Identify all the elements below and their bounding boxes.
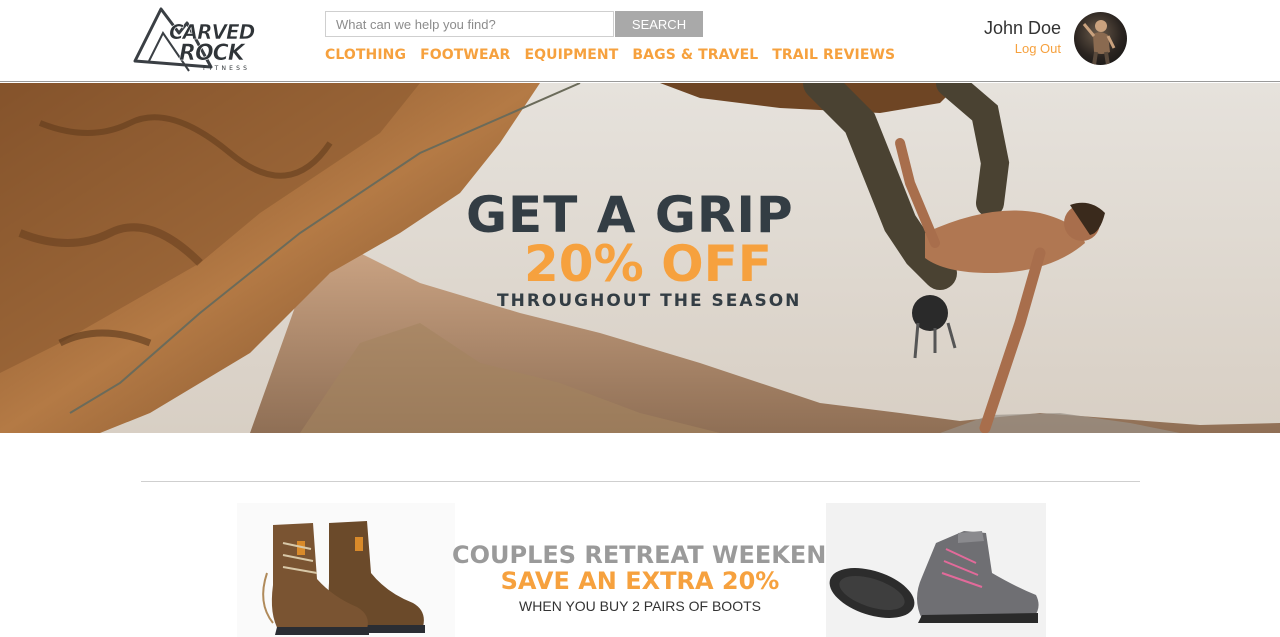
svg-text:FITNESS: FITNESS bbox=[203, 65, 250, 72]
nav-item-trail-reviews[interactable]: TRAIL REVIEWS bbox=[772, 45, 895, 65]
search-input[interactable] bbox=[325, 11, 614, 37]
svg-text:ROCK: ROCK bbox=[179, 41, 247, 66]
promo-subtitle: WHEN YOU BUY 2 PAIRS OF BOOTS bbox=[519, 598, 761, 614]
hero-banner[interactable]: GET A GRIP 20% OFF THROUGHOUT THE SEASON bbox=[0, 83, 1280, 433]
search-button[interactable]: SEARCH bbox=[615, 11, 703, 37]
boots-brown-image[interactable] bbox=[237, 503, 455, 637]
hero-offer: 20% OFF bbox=[524, 235, 772, 293]
section-divider bbox=[141, 481, 1140, 482]
promo-offer: SAVE AN EXTRA 20% bbox=[500, 567, 780, 595]
user-name: John Doe bbox=[983, 18, 1061, 38]
avatar[interactable] bbox=[1074, 12, 1127, 65]
nav-item-equipment[interactable]: EQUIPMENT bbox=[524, 45, 618, 65]
nav-item-clothing[interactable]: CLOTHING bbox=[325, 45, 406, 65]
page: CARVED ROCK FITNESS SEARCH CLOTHING FOOT… bbox=[0, 0, 1280, 637]
hero-subtitle: THROUGHOUT THE SEASON bbox=[497, 291, 802, 311]
site-header: CARVED ROCK FITNESS SEARCH CLOTHING FOOT… bbox=[0, 0, 1280, 82]
main-nav: CLOTHING FOOTWEAR EQUIPMENT BAGS & TRAVE… bbox=[325, 45, 895, 65]
boots-grey-image[interactable] bbox=[826, 503, 1046, 637]
logout-link[interactable]: Log Out bbox=[960, 41, 1061, 56]
nav-item-bags-travel[interactable]: BAGS & TRAVEL bbox=[632, 45, 758, 65]
nav-item-footwear[interactable]: FOOTWEAR bbox=[420, 45, 510, 65]
carved-rock-logo[interactable]: CARVED ROCK FITNESS bbox=[133, 5, 278, 73]
